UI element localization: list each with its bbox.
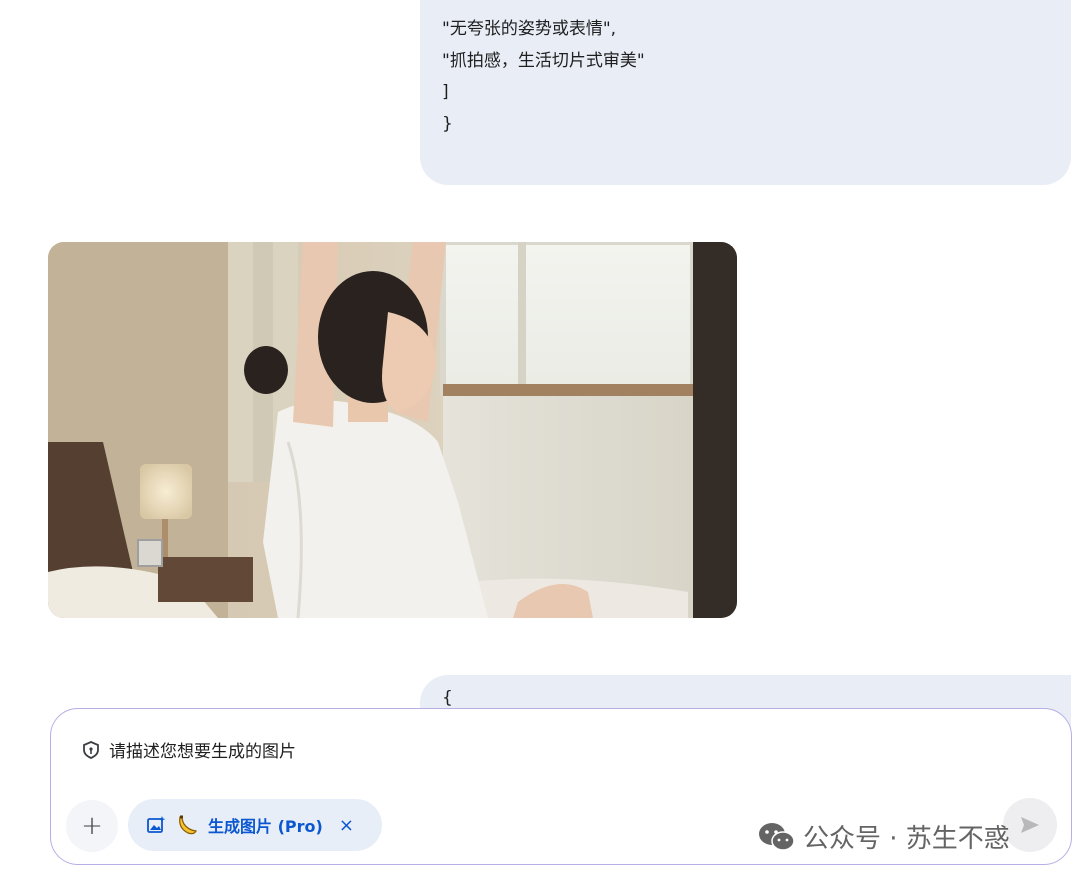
tool-chip-label: 生成图片 (Pro) <box>208 817 323 836</box>
generated-image[interactable] <box>48 242 737 618</box>
tool-chip-generate-image[interactable]: 生成图片 (Pro) × <box>128 799 382 851</box>
message-line: ] <box>442 82 449 102</box>
generated-photo <box>48 242 737 618</box>
message-line: "无夸张的姿势或表情", <box>442 19 617 39</box>
chat-page: "无夸张的姿势或表情", "抓拍感，生活切片式审美" ] } {请描述您想要生… <box>0 0 1080 881</box>
user-message-bubble: "无夸张的姿势或表情", "抓拍感，生活切片式审美" ] } <box>420 0 1071 185</box>
plus-icon: + <box>81 811 103 841</box>
message-line: } <box>442 113 453 134</box>
message-line: "抓拍感，生活切片式审美" <box>442 50 645 71</box>
send-icon <box>1021 817 1039 833</box>
prompt-input-row[interactable]: 请描述您想要生成的图片 <box>81 737 296 762</box>
shield-icon <box>83 740 99 759</box>
watermark-text: 公众号 · 苏生不惑 <box>803 824 1010 854</box>
prompt-input[interactable]: 请描述您想要生成的图片 <box>109 737 296 762</box>
image-sparkle-icon <box>147 816 166 833</box>
send-button[interactable] <box>1003 798 1057 852</box>
add-attachment-button[interactable]: + <box>66 800 118 852</box>
banana-icon <box>179 815 197 835</box>
wechat-icon <box>759 822 795 851</box>
watermark: 公众号 · 苏生不惑 <box>757 818 1010 855</box>
close-icon[interactable]: × <box>339 815 354 836</box>
